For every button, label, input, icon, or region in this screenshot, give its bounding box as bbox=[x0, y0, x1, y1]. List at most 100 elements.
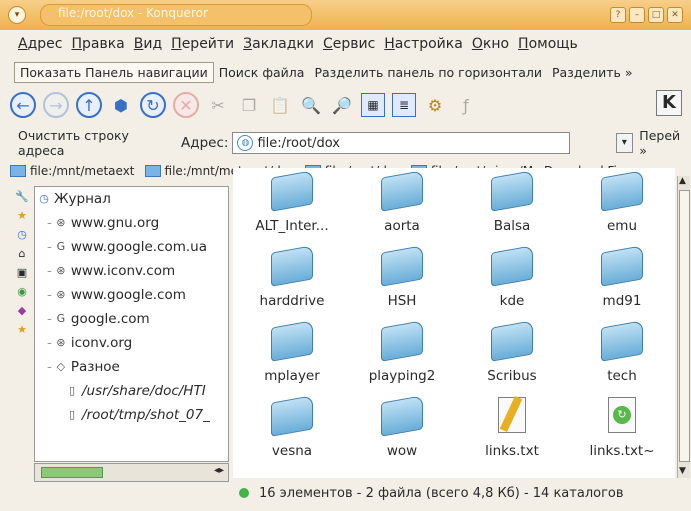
file-item[interactable]: harddrive bbox=[237, 243, 347, 318]
bookmarks-star-icon[interactable]: ★ bbox=[14, 207, 30, 224]
split-more-button[interactable]: Разделить » bbox=[547, 63, 638, 82]
minimize-icon[interactable]: – bbox=[629, 7, 645, 23]
zoom-in-icon[interactable]: 🔍 bbox=[299, 93, 323, 117]
file-name: aorta bbox=[384, 218, 420, 234]
kde-logo-icon: K bbox=[656, 90, 682, 116]
file-item[interactable]: HSH bbox=[347, 243, 457, 318]
file-item[interactable]: md91 bbox=[567, 243, 677, 318]
tree-horizontal-scrollbar[interactable]: ◂▸ bbox=[34, 463, 229, 482]
tree-label: www.google.com bbox=[70, 287, 186, 303]
network-icon[interactable]: ◉ bbox=[14, 283, 30, 300]
tree-label: Разное bbox=[70, 359, 120, 375]
paste-icon[interactable]: 📋 bbox=[268, 93, 292, 117]
menu-edit[interactable]: Правка bbox=[71, 36, 124, 52]
menu-tools[interactable]: Сервис bbox=[323, 36, 375, 52]
go-button[interactable]: Перей » bbox=[639, 128, 691, 158]
file-item[interactable]: tech bbox=[567, 318, 677, 393]
icon-view-icon[interactable]: ▦ bbox=[361, 93, 385, 117]
address-input[interactable]: ◍ file:/root/dox bbox=[232, 132, 570, 154]
tree-item[interactable]: ▯ /usr/share/doc/HTI bbox=[35, 379, 228, 403]
file-name: md91 bbox=[602, 293, 642, 309]
show-navigation-panel-button[interactable]: Показать Панель навигации bbox=[14, 61, 214, 83]
maximize-icon[interactable]: □ bbox=[648, 7, 664, 23]
file-item[interactable]: vesna bbox=[237, 393, 347, 468]
stop-icon[interactable]: ✕ bbox=[173, 92, 199, 118]
tree-item[interactable]: ◷ Журнал bbox=[35, 187, 228, 211]
help-icon[interactable]: ? bbox=[610, 7, 626, 23]
services-icon[interactable]: ◆ bbox=[14, 302, 30, 319]
bookmark-item[interactable]: file:/mnt/metaext bbox=[10, 164, 135, 178]
status-indicator-icon bbox=[239, 488, 249, 498]
tree-label: Журнал bbox=[54, 191, 111, 207]
file-item[interactable]: ALT_Inter... bbox=[237, 168, 347, 243]
file-name: Balsa bbox=[493, 218, 531, 234]
scroll-down-icon[interactable]: ▼ bbox=[679, 466, 686, 476]
file-item[interactable]: Scribus bbox=[457, 318, 567, 393]
menu-bookmarks[interactable]: Закладки bbox=[243, 36, 314, 52]
tree-item[interactable]: - ⊛ www.google.com bbox=[35, 283, 228, 307]
forward-icon[interactable]: → bbox=[43, 92, 69, 118]
tree-label: iconv.org bbox=[70, 335, 133, 351]
home-folder-icon[interactable]: ⌂ bbox=[14, 245, 30, 262]
address-dropdown-icon[interactable]: ▾ bbox=[615, 133, 634, 153]
text-file-icon bbox=[498, 395, 526, 433]
file-item[interactable]: mplayer bbox=[237, 318, 347, 393]
scroll-up-icon[interactable]: ▲ bbox=[679, 176, 686, 186]
tree-item[interactable]: - ◇ Разное bbox=[35, 355, 228, 379]
folder-icon bbox=[271, 170, 313, 212]
copy-icon[interactable]: ❐ bbox=[237, 93, 261, 117]
location-bar: Очистить строку адреса Адрес: ◍ file:/ro… bbox=[0, 128, 691, 158]
file-name: Scribus bbox=[487, 368, 537, 384]
list-view-icon[interactable]: ≣ bbox=[392, 93, 416, 117]
scrollbar-thumb[interactable] bbox=[679, 190, 690, 462]
tree-item[interactable]: - Ggoogle.com bbox=[35, 307, 228, 331]
file-item[interactable]: emu bbox=[567, 168, 677, 243]
split-horizontal-button[interactable]: Разделить панель по горизонтали bbox=[309, 63, 547, 82]
menu-settings[interactable]: Настройка bbox=[384, 36, 463, 52]
window-menu-icon[interactable]: ▾ bbox=[8, 6, 26, 24]
title-bar: ▾ file:/root/dox - Konqueror ? – □ ✕ bbox=[0, 0, 691, 30]
filter-icon[interactable]: ƒ bbox=[454, 93, 478, 117]
menu-help[interactable]: Помощь bbox=[518, 36, 578, 52]
menu-view[interactable]: Вид bbox=[134, 36, 162, 52]
close-icon[interactable]: ✕ bbox=[667, 7, 683, 23]
home-icon[interactable]: ⬢ bbox=[109, 93, 133, 117]
tree-label: www.google.com.ua bbox=[70, 239, 208, 255]
settings-icon[interactable]: ⚙ bbox=[423, 93, 447, 117]
zoom-out-icon[interactable]: 🔎 bbox=[330, 93, 354, 117]
sidebar-config-icon[interactable]: 🔧 bbox=[14, 188, 30, 205]
clear-address-button[interactable]: Очистить строку адреса bbox=[18, 128, 177, 158]
menu-go[interactable]: Перейти bbox=[171, 36, 234, 52]
file-view-vertical-scrollbar[interactable]: ▲ ▼ bbox=[677, 176, 690, 478]
file-item[interactable]: links.txt bbox=[457, 393, 567, 468]
file-item[interactable]: Balsa bbox=[457, 168, 567, 243]
back-icon[interactable]: ← bbox=[10, 92, 36, 118]
up-icon[interactable]: ↑ bbox=[76, 92, 102, 118]
file-item[interactable]: aorta bbox=[347, 168, 457, 243]
file-name: links.txt bbox=[485, 443, 539, 459]
history-icon[interactable]: ◷ bbox=[14, 226, 30, 243]
file-item[interactable]: wow bbox=[347, 393, 457, 468]
favorites-star-icon[interactable]: ★ bbox=[14, 321, 30, 338]
file-name: kde bbox=[499, 293, 525, 309]
menu-bar: Адрес Правка Вид Перейти Закладки Сервис… bbox=[0, 32, 691, 56]
tree-item[interactable]: - ⊛ www.iconv.com bbox=[35, 259, 228, 283]
tree-label: www.iconv.com bbox=[70, 263, 176, 279]
tree-item[interactable]: - ⊛ www.gnu.org bbox=[35, 211, 228, 235]
menu-window[interactable]: Окно bbox=[472, 36, 509, 52]
file-name: links.txt~ bbox=[589, 443, 655, 459]
file-item[interactable]: ↻ links.txt~ bbox=[567, 393, 677, 468]
devices-icon[interactable]: ▣ bbox=[14, 264, 30, 281]
reload-icon[interactable]: ↻ bbox=[140, 92, 166, 118]
cut-icon[interactable]: ✂ bbox=[206, 93, 230, 117]
scroll-arrows-icon[interactable]: ◂▸ bbox=[214, 465, 224, 476]
find-file-button[interactable]: Поиск файла bbox=[214, 63, 310, 82]
menu-address[interactable]: Адрес bbox=[18, 36, 62, 52]
tree-item[interactable]: ▯ /root/tmp/shot_07_ bbox=[35, 403, 228, 427]
tree-label: /root/tmp/shot_07_ bbox=[82, 407, 210, 423]
scrollbar-thumb[interactable] bbox=[41, 467, 103, 478]
file-item[interactable]: kde bbox=[457, 243, 567, 318]
file-item[interactable]: playping2 bbox=[347, 318, 457, 393]
tree-item[interactable]: - ⊛ iconv.org bbox=[35, 331, 228, 355]
tree-item[interactable]: - Gwww.google.com.ua bbox=[35, 235, 228, 259]
